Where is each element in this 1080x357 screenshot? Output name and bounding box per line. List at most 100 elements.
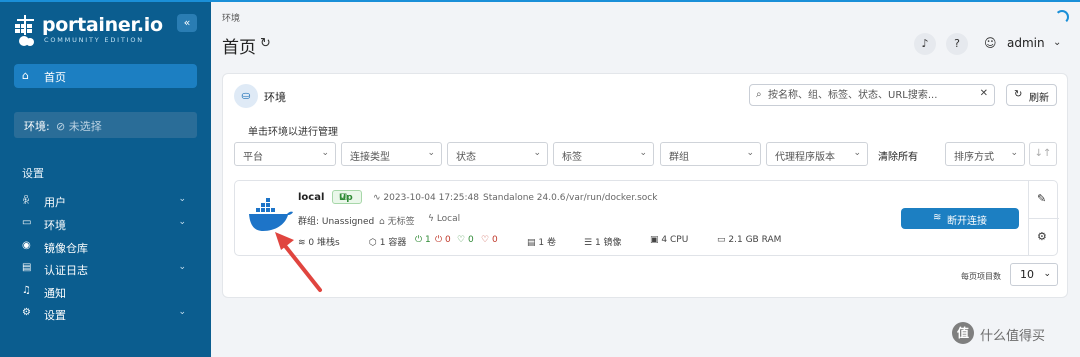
unhealthy-count: ♡ 0 [481, 235, 498, 245]
chevron-down-icon: ⌄ [178, 262, 186, 272]
sidebar-collapse-button[interactable]: « [177, 14, 197, 32]
sidebar-item-label: 设置 [44, 309, 66, 322]
ram-amount: ▭ 2.1 GB RAM [717, 235, 782, 245]
edit-icon[interactable]: ✎ [1037, 192, 1046, 205]
heart-broken-icon: ♡ [481, 235, 490, 245]
images-count: ☰ 1 镜像 [584, 238, 622, 248]
disconnect-button[interactable]: ≋ 断开连接 [901, 208, 1019, 229]
card-actions: ✎ ⚙ [1028, 181, 1059, 255]
portainer-logo-icon [15, 15, 34, 46]
heart-icon: ♡ [457, 235, 466, 245]
hint-text: 单击环境以进行管理 [248, 127, 338, 138]
sidebar-item-notifications[interactable]: ♫ 通知 [22, 283, 192, 301]
environment-name[interactable]: local [298, 192, 324, 203]
user-menu[interactable]: admin [1007, 36, 1045, 50]
volume-icon: ▤ [527, 238, 536, 248]
refresh-icon[interactable]: ↻ [260, 36, 271, 51]
heartbeat-icon: ∿ [373, 193, 381, 203]
ban-icon: ⊘ [56, 120, 69, 133]
environment-locality: ϟ Local [428, 214, 461, 224]
brand-edition: COMMUNITY EDITION [44, 36, 144, 44]
sidebar-item-label: 通知 [44, 287, 66, 300]
chevron-down-icon: ⌄ [178, 217, 186, 227]
filter-connection-type[interactable]: 连接类型 ⌄ [341, 142, 442, 166]
sidebar-item-label: 用户 [44, 196, 66, 209]
chevron-down-icon: ⌄ [533, 148, 541, 158]
bell-icon: ♫ [22, 285, 31, 296]
sidebar-item-users[interactable]: ꆜ 用户 ⌄ [22, 192, 192, 210]
chevron-down-icon: ⌄ [321, 148, 329, 158]
tag-icon: ⌂ [379, 217, 385, 227]
chevron-down-icon: ⌄ [427, 148, 435, 158]
containers-count: ⬡ 1 容器 [369, 238, 407, 248]
filter-platform[interactable]: 平台 ⌄ [234, 142, 336, 166]
search-box[interactable]: ⌕ ✕ [749, 84, 995, 106]
sidebar-item-home[interactable]: ⌂ 首页 [14, 64, 197, 88]
sidebar-item-label: 环境 [44, 219, 66, 232]
environments-panel: ⛀ 环境 ⌕ ✕ ↻ 刷新 单击环境以进行管理 平台⌄ 连接类型⌄ 状态⌄ 标签… [222, 73, 1068, 298]
items-per-page-label: 每页项目数 [961, 272, 1001, 281]
refresh-icon: ↻ [1014, 89, 1023, 100]
environment-label: 环境: [24, 120, 50, 133]
chevron-down-icon[interactable]: ⌄ [1053, 37, 1061, 48]
watermark: 值 什么值得买 [952, 322, 1072, 346]
sidebar: portainer.io COMMUNITY EDITION « ⌂ 首页 环境… [0, 2, 211, 357]
environment-card[interactable]: local ☑ Up ∿ 2023-10-04 17:25:48 Standal… [234, 180, 1059, 256]
loading-spinner-icon [1055, 10, 1069, 24]
home-icon: ⌂ [22, 69, 29, 82]
clear-search-icon[interactable]: ✕ [980, 88, 988, 99]
volumes-count: ▤ 1 卷 [527, 238, 556, 248]
chevron-down-icon: ⌄ [639, 148, 647, 158]
memory-icon: ▭ [717, 235, 726, 245]
container-icon: ⬡ [369, 238, 377, 248]
list-icon: ☰ [584, 238, 593, 248]
help-icon[interactable]: ? [946, 33, 968, 55]
stop-icon: ⏻ [435, 235, 443, 245]
stopped-count: ⏻ 0 [435, 235, 451, 245]
search-icon: ⌕ [756, 89, 762, 100]
registry-icon: ◉ [22, 240, 31, 251]
gear-icon[interactable]: ⚙ [1037, 230, 1047, 243]
sidebar-item-settings[interactable]: ⚙ 设置 ⌄ [22, 305, 192, 323]
brand-name: portainer.io [42, 14, 163, 36]
environment-selector[interactable]: 环境: ⊘ 未选择 [14, 112, 197, 138]
environment-tags: ⌂ 无标签 [379, 217, 415, 227]
portainer-logo[interactable]: portainer.io COMMUNITY EDITION [14, 14, 164, 50]
filter-tags[interactable]: 标签 ⌄ [553, 142, 654, 166]
chevron-down-icon: ⌄ [853, 148, 861, 158]
sort-by-select[interactable]: 排序方式 ⌄ [945, 142, 1025, 166]
search-input[interactable] [768, 87, 968, 103]
notification-bell-icon[interactable]: ♪ [914, 33, 936, 55]
sort-order-button[interactable]: ↓↑ [1029, 142, 1057, 166]
items-per-page-select[interactable]: 10 ⌄ [1010, 263, 1058, 286]
user-icon[interactable]: ☺ [984, 36, 997, 50]
sidebar-item-auth-logs[interactable]: ▤ 认证日志 ⌄ [22, 260, 192, 278]
gear-icon: ⚙ [22, 307, 31, 318]
sidebar-item-registries[interactable]: ◉ 镜像仓库 [22, 238, 192, 256]
watermark-text: 什么值得买 [980, 329, 1046, 344]
chevron-down-icon: ⌄ [178, 307, 186, 317]
filter-groups[interactable]: 群组 ⌄ [660, 142, 761, 166]
divider [1029, 218, 1059, 219]
running-count: ⏻ 1 [415, 235, 431, 245]
chevron-down-icon: ⌄ [178, 194, 186, 204]
breadcrumb[interactable]: 环境 [222, 11, 240, 24]
filter-status[interactable]: 状态 ⌄ [447, 142, 548, 166]
sidebar-item-environments[interactable]: ▭ 环境 ⌄ [22, 215, 192, 233]
sidebar-item-label: 首页 [44, 71, 66, 84]
sidebar-item-label: 镜像仓库 [44, 242, 88, 255]
watermark-logo: 值 [952, 322, 974, 344]
environment-group: 群组: Unassigned [298, 217, 375, 227]
cpu-icon: ▣ [650, 235, 659, 245]
sidebar-item-label: 认证日志 [44, 264, 88, 277]
filter-agent-version[interactable]: 代理程序版本 ⌄ [766, 142, 868, 166]
cpu-count: ▣ 4 CPU [650, 235, 689, 245]
wifi-icon: ≋ [933, 212, 942, 223]
settings-section-title: 设置 [22, 167, 44, 180]
healthy-count: ♡ 0 [457, 235, 474, 245]
environment-value: ⊘ 未选择 [56, 120, 102, 133]
clear-all-filters-button[interactable]: 清除所有 [878, 148, 918, 163]
chevron-down-icon: ⌄ [1043, 269, 1051, 279]
refresh-button[interactable]: ↻ 刷新 [1006, 84, 1057, 106]
power-icon: ⏻ [415, 235, 423, 245]
